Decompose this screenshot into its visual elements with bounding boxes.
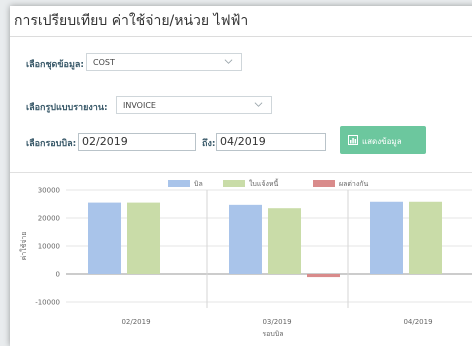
bar <box>370 201 403 274</box>
plot-area: 02/2019 03/2019 04/2019 <box>88 190 442 326</box>
y-tick-label: 0 <box>56 271 60 279</box>
legend-swatch <box>168 180 190 187</box>
y-tick-label: 30000 <box>38 187 60 195</box>
legend-label: บิล <box>194 180 203 188</box>
legend-label: ใบแจ้งหนี้ <box>249 177 279 188</box>
comparison-panel: การเปรียบเทียบ ค่าใช้จ่าย/หน่วย ไฟฟ้า เล… <box>10 6 472 346</box>
comparison-bar-chart: บิล ใบแจ้งหนี้ ผลต่างกัน -10000 0 10000 20000… <box>19 177 472 338</box>
x-tick-label: 04/2019 <box>403 318 432 326</box>
bar <box>409 201 442 274</box>
bar <box>307 274 340 278</box>
chart-legend: บิล ใบแจ้งหนี้ ผลต่างกัน <box>168 177 369 188</box>
legend-label: ผลต่างกัน <box>339 180 369 188</box>
legend-swatch <box>313 180 335 187</box>
x-tick-label: 02/2019 <box>121 318 150 326</box>
bar <box>127 202 160 274</box>
bar <box>88 202 121 274</box>
legend-swatch <box>223 180 245 187</box>
x-tick-label: 03/2019 <box>262 318 291 326</box>
y-axis-title: ค่าใช้จ่าย <box>19 232 28 261</box>
y-tick-label: 20000 <box>38 215 60 223</box>
x-axis-title: รอบบิล <box>262 330 283 338</box>
bar <box>268 208 301 274</box>
y-tick-label: 10000 <box>38 243 60 251</box>
bar <box>229 204 262 274</box>
y-tick-label: -10000 <box>35 299 60 307</box>
